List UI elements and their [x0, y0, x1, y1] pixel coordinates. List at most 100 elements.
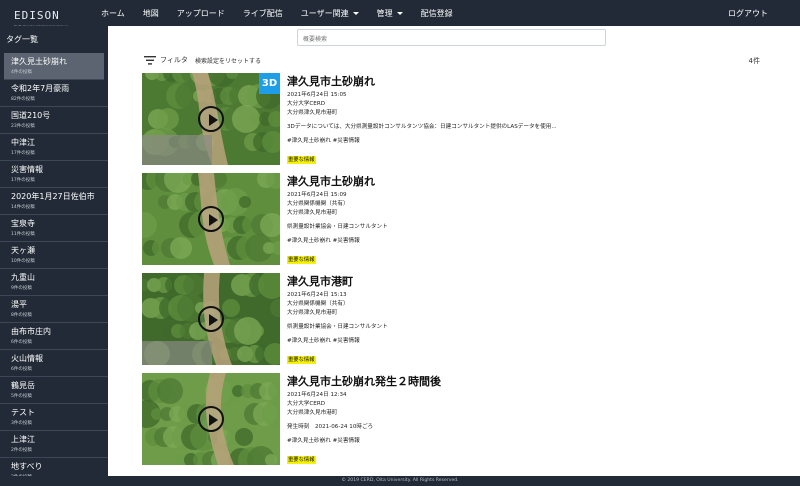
tag-name: 上津江 — [11, 435, 35, 444]
post-card: 津久見市土砂崩れ発生２時間後 2021年6月24日 12:34 大分大学CERD 大分… — [142, 373, 772, 465]
post-title[interactable]: 津久見市土砂崩れ — [287, 173, 767, 191]
post-title[interactable]: 津久見市土砂崩れ — [287, 73, 767, 91]
nav-item-label: ユーザー関連 — [300, 8, 349, 18]
sidebar-tag-item[interactable]: 中津江 17件の投稿 — [0, 134, 108, 161]
nav-item[interactable]: 管理 — [377, 8, 403, 19]
top-navbar: EDISON Earth Disaster Intelligent System… — [0, 0, 800, 32]
sidebar-tag-item[interactable]: 国道210号 23件の投稿 — [0, 107, 108, 134]
sidebar-tag-item[interactable]: テスト 3件の投稿 — [0, 404, 108, 431]
sidebar-tag-item[interactable]: 火山情報 6件の投稿 — [0, 350, 108, 377]
tag-post-count: 23件の投稿 — [11, 124, 35, 129]
post-location: 大分県津久見市港町 — [287, 310, 338, 316]
post-info: 津久見市港町 2021年6月24日 15:13 大分県関係機関（共有） 大分県津久見市… — [287, 273, 767, 365]
tag-name: 湯平 — [11, 300, 27, 309]
nav-item[interactable]: ユーザー関連 — [301, 8, 359, 19]
sidebar-tag-item[interactable]: 宝泉寺 11件の投稿 — [0, 215, 108, 242]
nav-item[interactable]: 配信登録 — [421, 8, 453, 19]
filter-icon[interactable] — [144, 56, 156, 65]
tag-name: 2020年1月27日佐伯市 — [11, 192, 95, 201]
reset-search-link[interactable]: 検索設定をリセットする — [195, 56, 261, 65]
nav-item[interactable]: ライブ配信 — [243, 8, 283, 19]
post-organization: 大分大学CERD — [287, 101, 326, 107]
post-hashtags[interactable]: #津久見土砂崩れ #災害情報 — [287, 337, 767, 346]
important-badge: 重要な情報 — [287, 256, 316, 264]
sidebar-tag-item[interactable]: 湯平 8件の投稿 — [0, 296, 108, 323]
tag-name: 津久見土砂崩れ — [11, 57, 67, 66]
important-badge: 重要な情報 — [287, 456, 316, 464]
post-date: 2021年6月24日 12:34 — [287, 392, 347, 398]
tag-name: 令和2年7月豪雨 — [11, 84, 70, 93]
tag-post-count: 4件の投稿 — [11, 70, 32, 75]
tag-name: 国道210号 — [11, 111, 51, 120]
caret-down-icon — [352, 11, 359, 15]
filter-button[interactable]: フィルタ — [160, 55, 188, 65]
tag-post-count: 6件の投稿 — [11, 340, 32, 345]
edison-logo[interactable]: EDISON Earth Disaster Intelligent System… — [14, 4, 80, 32]
nav-item-label: アップロード — [176, 8, 225, 18]
post-date: 2021年6月24日 15:13 — [287, 292, 347, 298]
play-icon[interactable] — [198, 406, 224, 432]
post-hashtags[interactable]: #津久見土砂崩れ #災害情報 — [287, 237, 767, 246]
play-icon[interactable] — [198, 306, 224, 332]
post-hashtags[interactable]: #津久見土砂崩れ #災害情報 — [287, 137, 767, 146]
sidebar-tag-item[interactable]: 天ヶ瀬 10件の投稿 — [0, 242, 108, 269]
sidebar-tag-item[interactable]: 災害情報 17件の投稿 — [0, 161, 108, 188]
sidebar-tag-item[interactable]: 鶴見岳 5件の投稿 — [0, 377, 108, 404]
video-thumbnail[interactable] — [142, 373, 280, 465]
tag-post-count: 2件の投稿 — [11, 448, 32, 453]
important-badge: 重要な情報 — [287, 356, 316, 364]
footer: © 2019 CERD, Oita University. All Rights… — [0, 476, 800, 486]
sidebar-tag-item[interactable]: 令和2年7月豪雨 82件の投稿 — [0, 80, 108, 107]
nav-item[interactable]: ホーム — [101, 8, 125, 19]
post-title[interactable]: 津久見市土砂崩れ発生２時間後 — [287, 373, 767, 391]
post-info: 津久見市土砂崩れ発生２時間後 2021年6月24日 12:34 大分大学CERD 大分… — [287, 373, 767, 465]
sidebar-tag-item[interactable]: 津久見土砂崩れ 4件の投稿 — [4, 53, 104, 80]
post-organization: 大分県関係機関（共有） — [287, 301, 349, 307]
tag-list: 津久見土砂崩れ 4件の投稿令和2年7月豪雨 82件の投稿国道210号 23件の投稿中津… — [0, 53, 108, 476]
logout-link[interactable]: ログアウト — [728, 8, 768, 19]
post-info: 津久見市土砂崩れ 2021年6月24日 15:09 大分県関係機関（共有） 大分県津久… — [287, 173, 767, 265]
tag-post-count: 11件の投稿 — [11, 232, 35, 237]
nav-item-label: ホーム — [101, 8, 125, 18]
video-thumbnail[interactable] — [142, 173, 280, 265]
post-card: 3D 津久見市土砂崩れ 2021年6月24日 15:05 大分大学CERD 大分県津久見… — [142, 73, 772, 165]
post-description: 県測量設計業協会・日建コンサルタント — [287, 224, 388, 230]
sidebar-tag-item[interactable]: 地すべり2件の投稿 — [0, 458, 108, 476]
tag-post-count: 6件の投稿 — [11, 367, 32, 372]
post-description: 3Dデータについては、大分県測量設計コンサルタンツ協会：日建コンサルタント提供の… — [287, 124, 557, 130]
nav-item[interactable]: アップロード — [177, 8, 225, 19]
video-thumbnail[interactable]: 3D — [142, 73, 280, 165]
sidebar-tag-item[interactable]: 九重山 9件の投稿 — [0, 269, 108, 296]
tag-name: 由布市庄内 — [11, 327, 51, 336]
main-content: フィルタ 検索設定をリセットする 4件 3D津久見市土砂崩れ2021年6月24日… — [108, 26, 800, 476]
post-hashtags[interactable]: #津久見土砂崩れ #災害情報 — [287, 437, 767, 446]
tag-name: 九重山 — [11, 273, 35, 282]
play-icon[interactable] — [198, 206, 224, 232]
tag-name: 地すべり — [11, 462, 43, 471]
post-date: 2021年6月24日 15:09 — [287, 192, 347, 198]
nav-item[interactable]: 地図 — [143, 8, 159, 19]
sidebar-tag-item[interactable]: 2020年1月27日佐伯市 14件の投稿 — [0, 188, 108, 215]
play-icon[interactable] — [198, 106, 224, 132]
tag-post-count: 10件の投稿 — [11, 259, 35, 264]
tag-post-count: 3件の投稿 — [11, 421, 32, 426]
post-date: 2021年6月24日 15:05 — [287, 92, 347, 98]
video-thumbnail[interactable] — [142, 273, 280, 365]
tag-post-count: 82件の投稿 — [11, 97, 35, 102]
post-organization: 大分大学CERD — [287, 401, 326, 407]
post-location: 大分県津久見市港町 — [287, 410, 338, 416]
tag-name: 宝泉寺 — [11, 219, 35, 228]
tag-name: 鶴見岳 — [11, 381, 35, 390]
post-title[interactable]: 津久見市港町 — [287, 273, 767, 291]
badge-3d[interactable]: 3D — [259, 73, 280, 94]
tag-post-count: 9件の投稿 — [11, 286, 32, 291]
sidebar-tag-item[interactable]: 上津江 2件の投稿 — [0, 431, 108, 458]
tag-post-count: 17件の投稿 — [11, 151, 35, 156]
post-card: 津久見市港町 2021年6月24日 15:13 大分県関係機関（共有） 大分県津久見市… — [142, 273, 772, 365]
tag-post-count: 14件の投稿 — [11, 205, 35, 210]
main-nav: ホーム 地図 アップロード ライブ配信 ユーザー関連 管理 配信登録 — [92, 0, 462, 26]
post-description: 発生時刻 2021-06-24 10時ごろ — [287, 424, 374, 430]
sidebar-tag-item[interactable]: 由布市庄内 6件の投稿 — [0, 323, 108, 350]
search-input[interactable] — [297, 29, 606, 46]
result-count: 4件 — [748, 57, 760, 65]
